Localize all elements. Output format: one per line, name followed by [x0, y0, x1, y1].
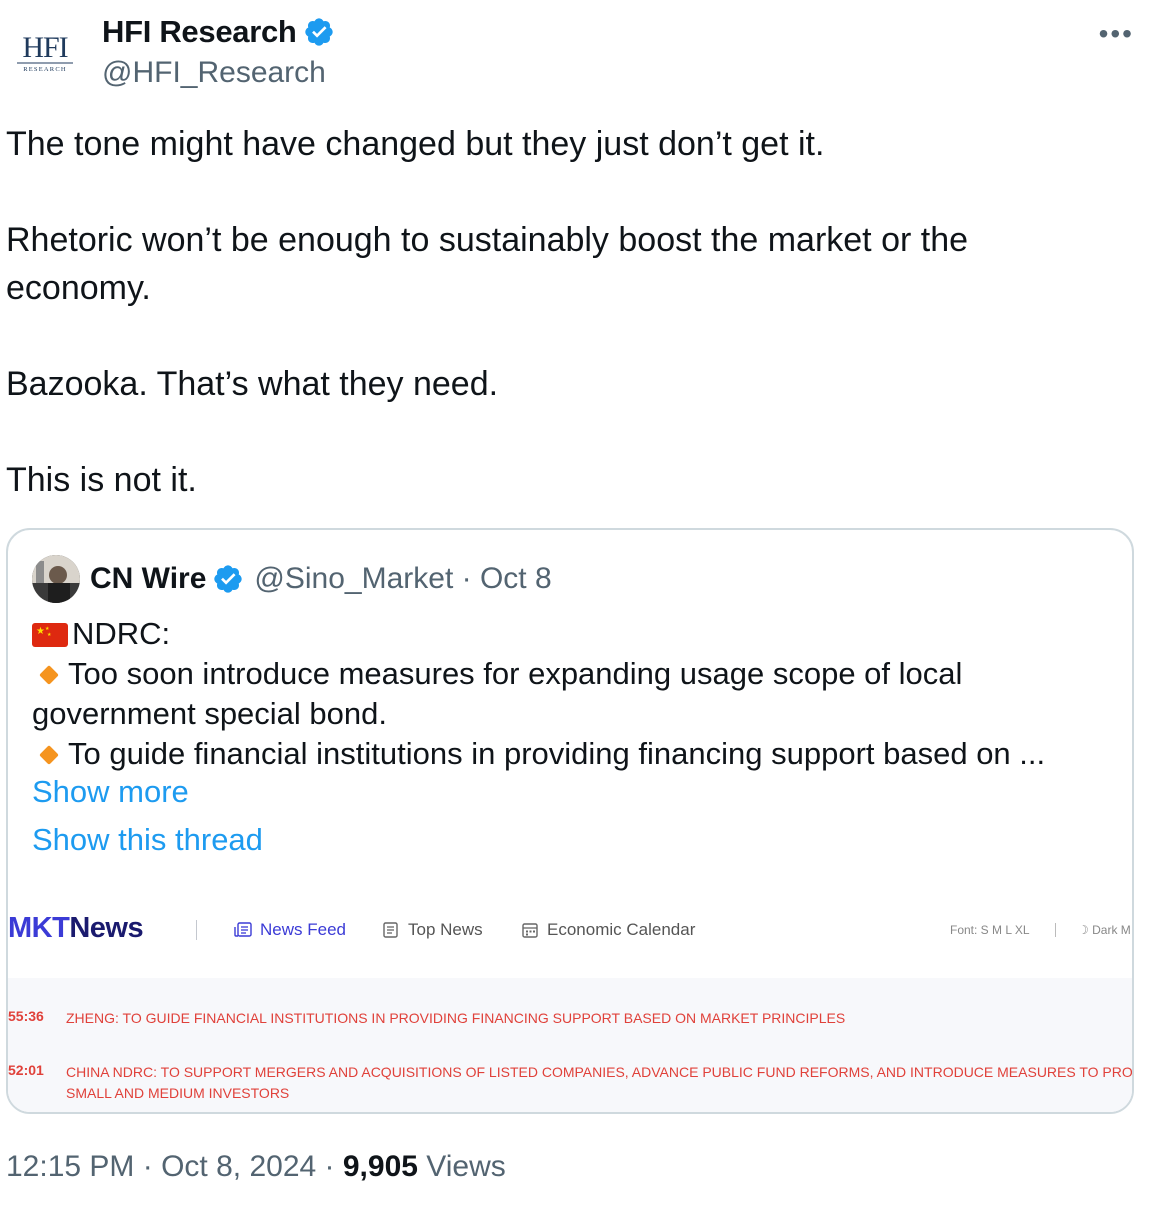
quoted-author-avatar[interactable] — [32, 555, 80, 603]
quoted-line: ★ ★ ★ NDRC: — [32, 614, 1112, 654]
quoted-line-text: NDRC: — [72, 616, 171, 651]
logo-part2: News — [69, 912, 144, 944]
quoted-date: Oct 8 — [479, 562, 552, 595]
quoted-line-text: Too soon introduce measures for expandin… — [32, 656, 963, 731]
nav-label: Economic Calendar — [547, 920, 696, 939]
mktnews-logo: MKTNews — [8, 912, 144, 945]
news-feed-list: 55:36 ZHENG: TO GUIDE FINANCIAL INSTITUT… — [8, 978, 1134, 1112]
svg-text:HFI: HFI — [22, 31, 67, 64]
nav-economic-calendar: Economic Calendar — [521, 920, 695, 940]
dot-separator: · — [453, 562, 480, 595]
quoted-line: Too soon introduce measures for expandin… — [32, 654, 1112, 734]
news-time: 52:01 — [8, 1062, 44, 1078]
news-headline: ZHENG: TO GUIDE FINANCIAL INSTITUTIONS I… — [66, 1010, 846, 1026]
diamond-icon — [39, 664, 59, 685]
nav-divider — [196, 920, 197, 940]
news-headline-continued: SMALL AND MEDIUM INVESTORS — [66, 1085, 290, 1101]
more-icon[interactable]: ••• — [1099, 18, 1134, 50]
tweet-text: The tone might have changed but they jus… — [6, 120, 1126, 504]
logo-part1: MKT — [8, 912, 70, 944]
diamond-icon — [39, 744, 59, 765]
author-avatar[interactable]: HFI RESEARCH — [12, 24, 78, 78]
news-time: 55:36 — [8, 1008, 44, 1024]
author-name-text: HFI Research — [102, 14, 297, 49]
quoted-tweet-header: CN Wire @Sino_Market · Oct 8 — [32, 554, 552, 604]
font-size-control: Font: S M L XL — [950, 923, 1030, 937]
tweet-paragraph: This is not it. — [6, 461, 197, 499]
author-name[interactable]: HFI Research — [102, 14, 335, 50]
dark-mode-label: Dark M — [1092, 923, 1131, 937]
news-headline: CHINA NDRC: TO SUPPORT MERGERS AND ACQUI… — [66, 1064, 1134, 1080]
nav-label: Top News — [408, 920, 483, 939]
tweet-paragraph: Bazooka. That’s what they need. — [6, 365, 499, 403]
show-more-link[interactable]: Show more — [32, 774, 189, 810]
tweet-time[interactable]: 12:15 PM — [6, 1150, 134, 1183]
views-count: 9,905 — [342, 1150, 418, 1183]
quoted-author-handle: @Sino_Market — [254, 562, 454, 595]
quoted-author-name: CN Wire — [90, 562, 207, 595]
dot-separator: · — [142, 1150, 162, 1183]
quoted-tweet-text: ★ ★ ★ NDRC: Too soon introduce measures for… — [32, 614, 1112, 774]
calendar-icon — [522, 923, 538, 938]
nav-label: News Feed — [260, 920, 346, 939]
news-feed-icon — [234, 922, 252, 937]
flag-cn-icon: ★ ★ ★ — [32, 623, 68, 647]
show-thread-link[interactable]: Show this thread — [32, 822, 263, 858]
verified-icon — [304, 18, 333, 46]
author-handle[interactable]: @HFI_Research — [102, 56, 326, 90]
embedded-image[interactable]: MKTNews News Feed Top News Economic Cale… — [8, 890, 1134, 1112]
quoted-tweet[interactable]: CN Wire @Sino_Market · Oct 8 ★ ★ ★ NDRC: To… — [6, 528, 1134, 1114]
tweet-paragraph: Rhetoric won’t be enough to sustainably … — [6, 221, 969, 307]
dot-separator: · — [324, 1150, 343, 1183]
nav-news-feed: News Feed — [234, 920, 346, 940]
top-news-icon — [383, 922, 398, 938]
quoted-line-text: To guide financial institutions in provi… — [68, 736, 1046, 771]
dark-mode-control: ☽ Dark M — [1078, 923, 1131, 937]
verified-icon — [214, 565, 243, 593]
nav-top-news: Top News — [382, 920, 483, 940]
tweet-date[interactable]: Oct 8, 2024 — [161, 1150, 316, 1183]
control-divider — [1055, 923, 1056, 937]
quoted-line: To guide financial institutions in provi… — [32, 734, 1112, 774]
tweet-paragraph: The tone might have changed but they jus… — [6, 125, 825, 163]
tweet-footer: 12:15 PM · Oct 8, 2024 · 9,905 Views — [6, 1150, 506, 1184]
svg-text:RESEARCH: RESEARCH — [23, 66, 67, 73]
views-label: Views — [426, 1150, 506, 1183]
moon-icon: ☽ — [1078, 923, 1089, 937]
